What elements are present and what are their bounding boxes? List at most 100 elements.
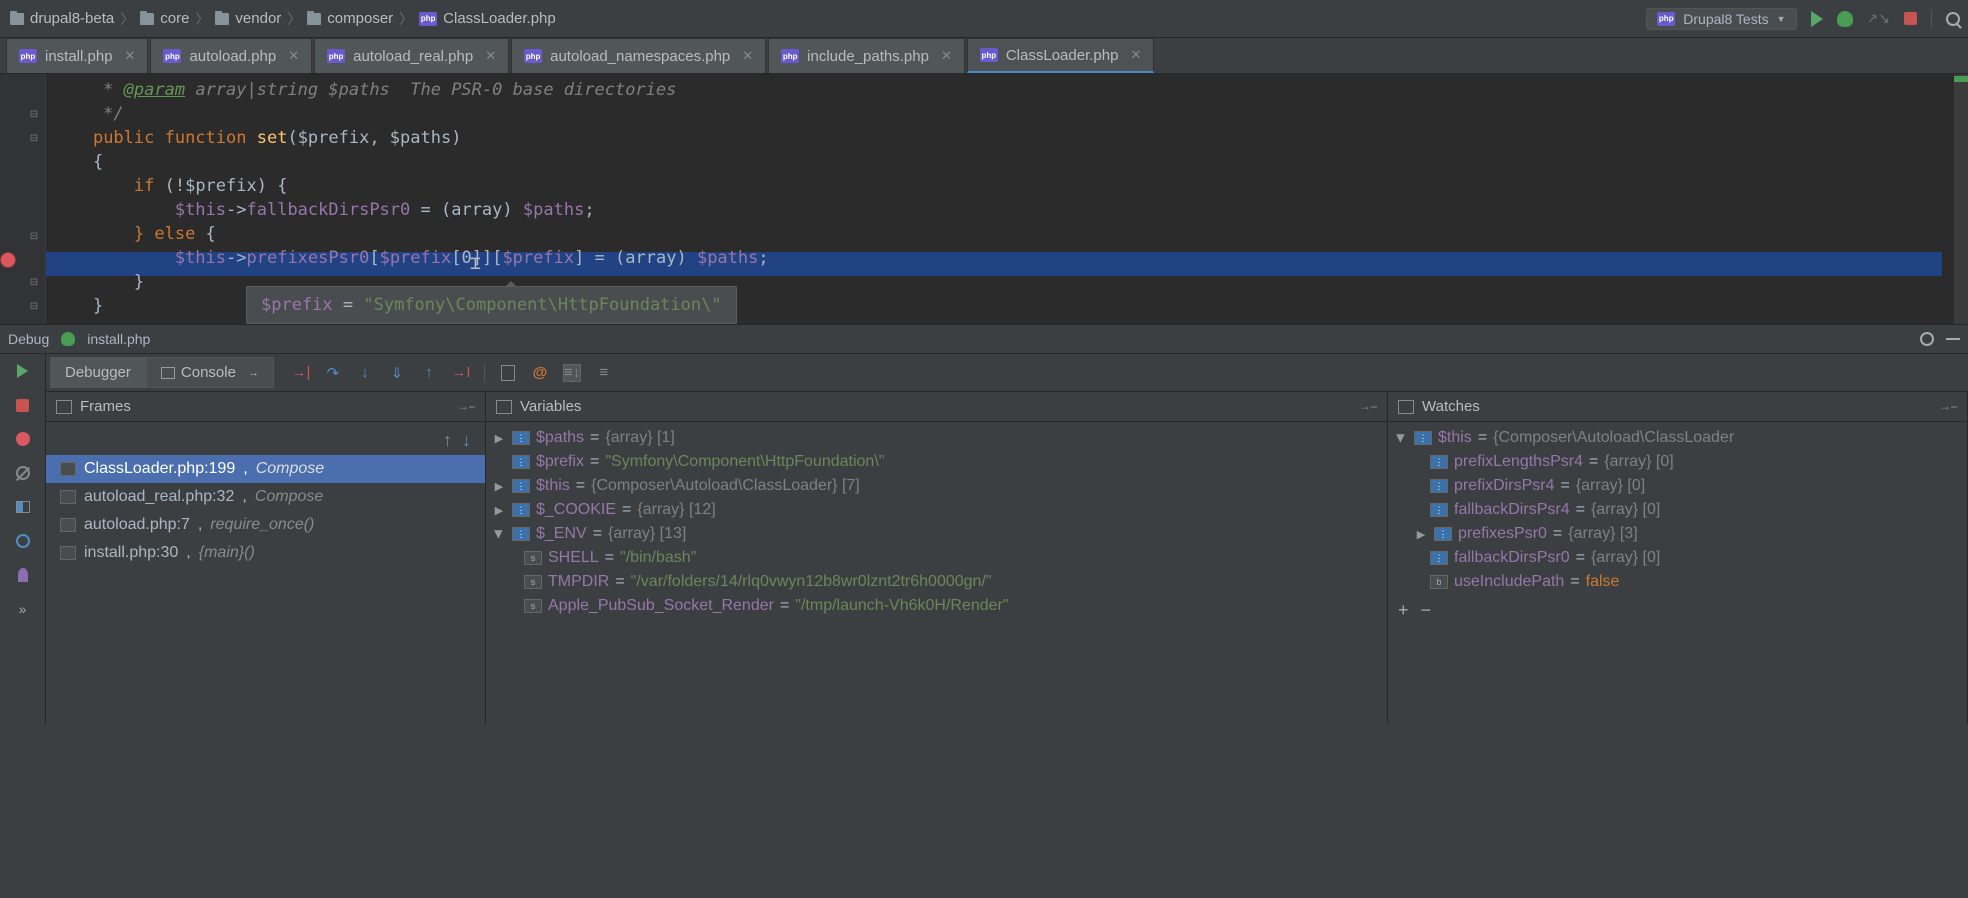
- fold-mark[interactable]: ⊟: [28, 108, 40, 120]
- evaluate-icon[interactable]: [499, 364, 517, 382]
- php-icon: php: [980, 48, 998, 62]
- field-icon: b: [1430, 575, 1448, 589]
- breadcrumb-sep: 〉: [287, 9, 301, 29]
- editor[interactable]: ⊟ ⊟ ⊟ ⊟ ⊟ * @param array|string $paths T…: [0, 74, 1968, 324]
- at-icon[interactable]: @: [531, 364, 549, 382]
- breadcrumb-item[interactable]: drupal8-beta: [8, 10, 116, 27]
- folder-icon: [140, 13, 154, 25]
- remove-watch-icon[interactable]: −: [1421, 600, 1432, 621]
- code-area[interactable]: * @param array|string $paths The PSR-0 b…: [46, 74, 1968, 324]
- frames-panel: Frames →⎯ ↑ ↓ ClassLoader.php:199, Compo…: [46, 392, 486, 724]
- run-to-cursor-icon[interactable]: →I: [452, 364, 470, 382]
- add-watch-icon[interactable]: +: [1398, 600, 1409, 621]
- search-icon[interactable]: [1946, 12, 1960, 26]
- gutter[interactable]: ⊟ ⊟ ⊟ ⊟ ⊟: [0, 74, 46, 324]
- step-over-icon[interactable]: ↷: [324, 364, 342, 382]
- console-icon: [161, 367, 175, 379]
- pin-icon[interactable]: [14, 566, 32, 584]
- frame-down-icon[interactable]: ↓: [462, 430, 471, 451]
- var-row[interactable]: sTMPDIR = "/var/folders/14/rlq0vwyn12b8w…: [486, 570, 1387, 594]
- sort-icon[interactable]: ≡↓: [563, 364, 581, 382]
- var-row[interactable]: sSHELL = "/bin/bash": [486, 546, 1387, 570]
- fold-mark[interactable]: ⊟: [28, 230, 40, 242]
- more-icon[interactable]: »: [14, 600, 32, 618]
- console-tab[interactable]: Console→: [146, 357, 274, 388]
- force-step-into-icon[interactable]: ⇓: [388, 364, 406, 382]
- frames-body: ↑ ↓ ClassLoader.php:199, Compose autoloa…: [46, 422, 485, 724]
- editor-tab[interactable]: phpinstall.php✕: [6, 38, 148, 73]
- close-icon[interactable]: ✕: [125, 48, 136, 64]
- stop-icon[interactable]: [1904, 12, 1917, 25]
- debugger-tab[interactable]: Debugger: [50, 357, 146, 388]
- debug-tool-header: Debug install.php: [0, 324, 1968, 354]
- close-icon[interactable]: ✕: [742, 48, 753, 64]
- watch-row[interactable]: ⋮fallbackDirsPsr0 = {array} [0]: [1388, 546, 1967, 570]
- watch-row[interactable]: ⋮prefixLengthsPsr4 = {array} [0]: [1388, 450, 1967, 474]
- frame-up-icon[interactable]: ↑: [443, 430, 452, 451]
- var-row[interactable]: ⋮$prefix = "Symfony\Component\HttpFounda…: [486, 450, 1387, 474]
- breakpoints-icon[interactable]: [14, 430, 32, 448]
- breadcrumb-item[interactable]: vendor: [213, 10, 283, 27]
- editor-tab[interactable]: phpautoload.php✕: [150, 38, 312, 73]
- close-icon[interactable]: ✕: [485, 48, 496, 64]
- var-row[interactable]: ▶⋮$this = {Composer\Autoload\ClassLoader…: [486, 474, 1387, 498]
- editor-tab[interactable]: phpautoload_namespaces.php✕: [511, 38, 766, 73]
- close-icon[interactable]: ✕: [941, 48, 952, 64]
- run-icon[interactable]: [1811, 11, 1823, 27]
- watch-row[interactable]: ▶⋮$this = {Composer\Autoload\ClassLoader: [1388, 426, 1967, 450]
- var-row[interactable]: ▶⋮$_COOKIE = {array} [12]: [486, 498, 1387, 522]
- layout-icon[interactable]: [14, 498, 32, 516]
- expand-icon[interactable]: ▶: [492, 432, 506, 445]
- var-row[interactable]: ▶⋮$_ENV = {array} [13]: [486, 522, 1387, 546]
- var-row[interactable]: ▶⋮$paths = {array} [1]: [486, 426, 1387, 450]
- run-config-select[interactable]: php Drupal8 Tests ▼: [1646, 8, 1796, 30]
- step-into-icon[interactable]: ↓: [356, 364, 374, 382]
- gear-icon[interactable]: [1920, 332, 1934, 346]
- breadcrumb-item[interactable]: core: [138, 10, 191, 27]
- sort-alt-icon[interactable]: ≡: [595, 364, 613, 382]
- debug-icon[interactable]: [1837, 11, 1853, 27]
- frame-item[interactable]: autoload.php:7, require_once(): [46, 511, 485, 539]
- mute-breakpoints-icon[interactable]: [14, 464, 32, 482]
- variables-body: ▶⋮$paths = {array} [1] ⋮$prefix = "Symfo…: [486, 422, 1387, 724]
- breakpoint-icon[interactable]: [0, 252, 16, 268]
- debug-title: Debug: [8, 331, 49, 347]
- fold-mark[interactable]: ⊟: [28, 276, 40, 288]
- coverage-icon[interactable]: ↗↘: [1867, 10, 1890, 27]
- expand-icon[interactable]: ▶: [1414, 528, 1428, 541]
- dropdown-icon[interactable]: →⎯: [1939, 399, 1957, 414]
- step-out-icon[interactable]: ↑: [420, 364, 438, 382]
- breadcrumb-item[interactable]: composer: [305, 10, 395, 27]
- watch-row[interactable]: buseIncludePath = false: [1388, 570, 1967, 594]
- var-row[interactable]: sApple_PubSub_Socket_Render = "/tmp/laun…: [486, 594, 1387, 618]
- fold-mark[interactable]: ⊟: [28, 300, 40, 312]
- minimize-icon[interactable]: [1946, 338, 1960, 340]
- breadcrumb-item[interactable]: phpClassLoader.php: [417, 10, 558, 27]
- collapse-icon[interactable]: ▶: [493, 527, 506, 541]
- editor-tab[interactable]: phpautoload_real.php✕: [314, 38, 509, 73]
- settings-icon[interactable]: [14, 532, 32, 550]
- array-icon: ⋮: [1430, 503, 1448, 517]
- editor-tab[interactable]: phpClassLoader.php✕: [967, 38, 1155, 73]
- watch-row[interactable]: ▶⋮prefixesPsr0 = {array} [3]: [1388, 522, 1967, 546]
- dropdown-icon[interactable]: →⎯: [457, 399, 475, 414]
- file-icon: [60, 490, 76, 504]
- resume-icon[interactable]: [14, 362, 32, 380]
- editor-tab[interactable]: phpinclude_paths.php✕: [768, 38, 965, 73]
- php-icon: php: [163, 49, 181, 63]
- dropdown-icon[interactable]: →⎯: [1359, 399, 1377, 414]
- show-execution-icon[interactable]: →|: [292, 364, 310, 382]
- fold-mark[interactable]: ⊟: [28, 132, 40, 144]
- close-icon[interactable]: ✕: [288, 48, 299, 64]
- php-icon: php: [524, 49, 542, 63]
- close-icon[interactable]: ✕: [1130, 47, 1141, 63]
- expand-icon[interactable]: ▶: [492, 504, 506, 517]
- expand-icon[interactable]: ▶: [492, 480, 506, 493]
- frame-item[interactable]: ClassLoader.php:199, Compose: [46, 455, 485, 483]
- collapse-icon[interactable]: ▶: [1395, 431, 1408, 445]
- frame-item[interactable]: install.php:30, {main}(): [46, 539, 485, 567]
- frame-item[interactable]: autoload_real.php:32, Compose: [46, 483, 485, 511]
- watch-row[interactable]: ⋮prefixDirsPsr4 = {array} [0]: [1388, 474, 1967, 498]
- watch-row[interactable]: ⋮fallbackDirsPsr4 = {array} [0]: [1388, 498, 1967, 522]
- stop-icon[interactable]: [14, 396, 32, 414]
